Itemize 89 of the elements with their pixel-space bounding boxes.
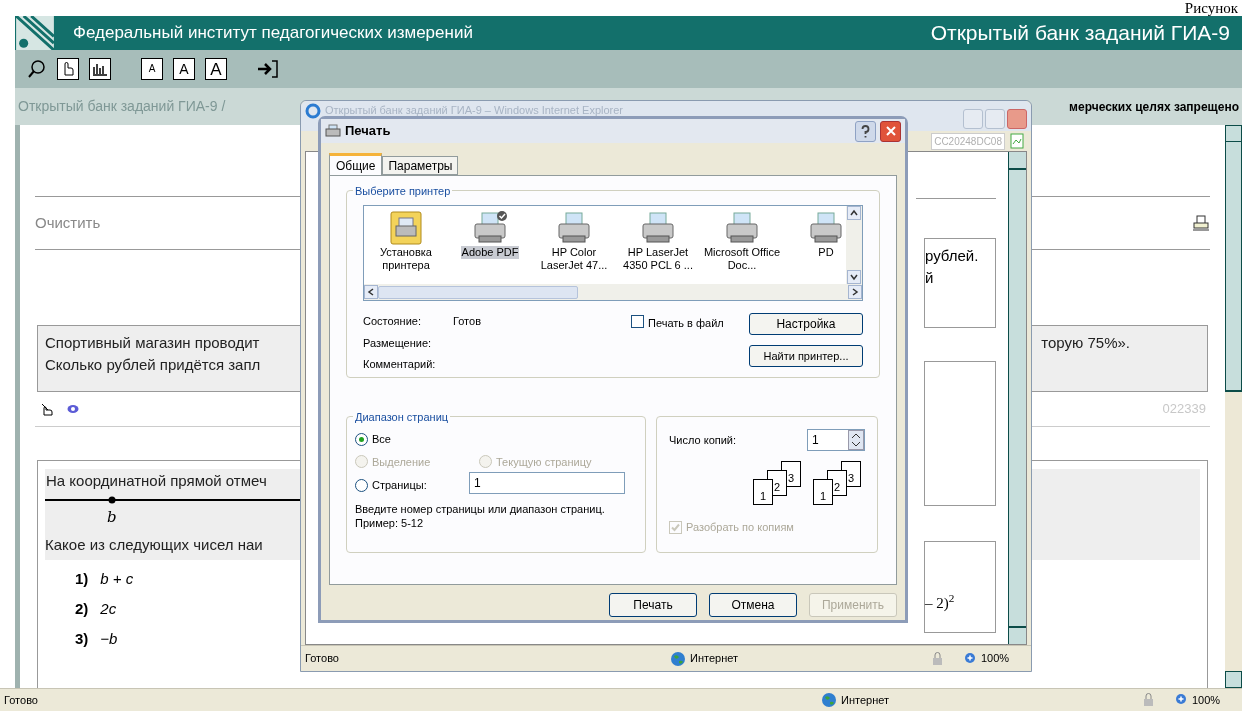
dialog-button[interactable]: Печать — [609, 593, 697, 617]
printer-item[interactable]: Microsoft Office Doc... — [700, 210, 784, 272]
answer-number: 2) — [75, 599, 89, 619]
radio-button[interactable] — [355, 432, 368, 446]
dialog-tab[interactable]: Общие — [329, 153, 383, 175]
task-text: Какое из следующих чисел наи — [45, 535, 263, 555]
answer-expression: −b — [100, 629, 118, 649]
printer-icon — [325, 124, 341, 138]
dialog-title: Печать — [345, 122, 391, 141]
printer-item[interactable]: Установка принтера — [364, 210, 448, 272]
printer-icon[interactable] — [1192, 214, 1210, 232]
scroll-left-icon[interactable] — [364, 285, 378, 299]
scroll-right-icon[interactable] — [848, 285, 862, 299]
info-value: Готов — [453, 314, 481, 329]
radio-label: Страницы: — [372, 477, 427, 493]
radio-label: Все — [372, 432, 391, 447]
zoom-icon — [964, 651, 978, 666]
font-size-button[interactable]: A — [205, 58, 227, 80]
radio-label: Текущую страницу — [496, 454, 592, 470]
search-icon[interactable] — [27, 59, 47, 79]
copies-spinner[interactable]: 1 — [807, 429, 865, 451]
zoom-text: 100% — [1192, 692, 1222, 708]
zoom-text: 100% — [981, 651, 1011, 667]
scroll-thumb[interactable] — [378, 285, 578, 299]
globe-icon — [670, 650, 686, 667]
info-label: Комментарий: — [363, 357, 437, 372]
pages-input[interactable]: 1 — [469, 472, 625, 494]
font-size-button[interactable]: A — [141, 58, 163, 80]
task-text: Спортивный магазин проводит — [45, 333, 261, 353]
info-label: Размещение: — [363, 335, 433, 351]
radio-button[interactable] — [355, 478, 368, 492]
task-text: рублей. — [925, 246, 980, 266]
notice-text: мерческих целях запрещено — [1069, 98, 1239, 116]
spin-arrows-icon[interactable] — [848, 430, 864, 450]
page-sheet: 1 — [753, 479, 773, 505]
formula-text: – 2)$^{2}$ — [925, 591, 955, 613]
printer-name: HP LaserJet 4350 PCL 6 ... — [622, 246, 694, 272]
zone-text: Интернет — [841, 692, 890, 708]
globe-icon — [821, 692, 837, 708]
answer-expression: b + c — [100, 569, 134, 589]
printer-item[interactable]: HP LaserJet 4350 PCL 6 ... — [616, 210, 700, 272]
answer-number: 1) — [75, 569, 89, 589]
printer-item[interactable]: Adobe PDF — [448, 210, 532, 259]
scroll-down-icon[interactable] — [847, 270, 861, 284]
printer-item[interactable]: PD — [784, 210, 846, 259]
copies-label: Число копий: — [669, 432, 737, 448]
figure-caption: Рисунок — [1184, 0, 1238, 16]
task-text: На координатной прямой отмеч — [45, 471, 267, 491]
task-text: Сколько рублей придётся запл — [45, 355, 261, 375]
page-sheet: 1 — [813, 479, 833, 505]
help-button[interactable] — [855, 120, 876, 142]
radio-label: Выделение — [372, 454, 431, 470]
point-label: b — [107, 507, 117, 528]
printer-name: Установка принтера — [379, 246, 433, 272]
dialog-button[interactable]: Отмена — [709, 593, 797, 617]
zoom-icon — [1175, 693, 1189, 707]
clear-link[interactable]: Очистить — [35, 211, 101, 235]
printer-name: Microsoft Office Doc... — [702, 246, 782, 272]
group-title: Выберите принтер — [353, 183, 453, 200]
setup-button[interactable]: Настройка — [749, 313, 863, 335]
task-text: й — [925, 268, 935, 288]
font-size-button[interactable]: A — [173, 58, 195, 80]
zone-text: Интернет — [690, 651, 739, 667]
status-text: Готово — [3, 692, 39, 708]
find-printer-button[interactable]: Найти принтер... — [749, 345, 863, 367]
answer-number: 3) — [75, 629, 89, 649]
dialog-tab[interactable]: Параметры — [382, 156, 459, 175]
exit-icon[interactable] — [257, 59, 279, 79]
checkbox[interactable] — [631, 315, 644, 328]
status-text: Готово — [304, 651, 340, 667]
close-icon — [884, 125, 897, 137]
printer-item[interactable]: HP Color LaserJet 47... — [532, 210, 616, 272]
info-label: Состояние: — [363, 314, 422, 329]
site-title: Федеральный институт педагогических измерений — [73, 22, 473, 45]
eye-icon[interactable] — [67, 404, 79, 414]
checkbox-label: Печать в файл — [648, 316, 724, 331]
answer-expression: 2c — [100, 599, 117, 619]
printer-name: Adobe PDF — [460, 246, 520, 259]
hand-pointer-icon[interactable] — [57, 58, 79, 80]
printer-name: HP Color LaserJet 47... — [539, 246, 609, 272]
hint-text: Введите номер страницы или диапазон страниц. Пример: 5-12 — [355, 502, 606, 530]
printer-name: PD — [817, 246, 835, 259]
bank-title: Открытый банк заданий ГИА-9 — [930, 20, 1230, 47]
checkbox-label: Разобрать по копиям — [686, 520, 794, 535]
hand-icon[interactable] — [39, 401, 55, 417]
bar-chart-icon[interactable] — [89, 58, 111, 80]
task-text: торую 75%». — [1041, 333, 1130, 353]
close-button[interactable] — [880, 120, 901, 142]
scroll-up-icon[interactable] — [847, 206, 861, 220]
